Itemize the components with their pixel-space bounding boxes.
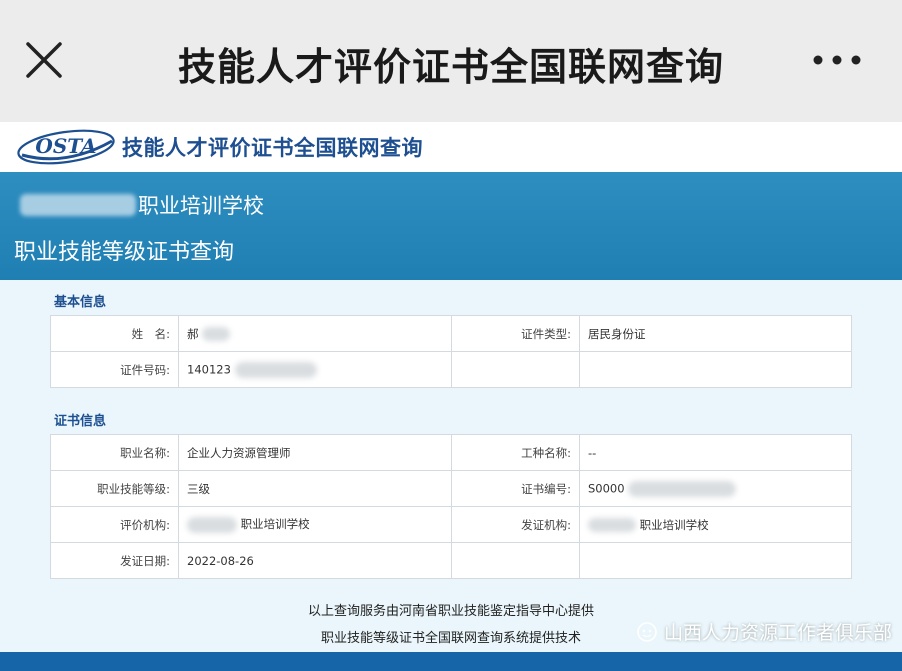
issue-date-label: 发证日期: (50, 542, 179, 579)
eval-org-label: 评价机构: (50, 506, 179, 543)
issuing-org-value: 职业培训学校 (579, 506, 852, 543)
issuing-org-text: 职业培训学校 (639, 517, 709, 532)
job-type-label: 工种名称: (451, 434, 580, 471)
table-row: 发证日期: 2022-08-26 (50, 542, 852, 579)
id-number-text: 140123 (187, 362, 231, 376)
issue-date-value: 2022-08-26 (178, 542, 452, 579)
empty-value (579, 351, 852, 388)
table-row: 职业技能等级: 三级 证书编号: S0000 (50, 470, 852, 507)
wechat-icon (637, 621, 657, 642)
id-number-value: 140123 (178, 351, 452, 388)
more-dots-icon (813, 55, 861, 65)
cert-number-label: 证书编号: (451, 470, 580, 507)
basic-info-title: 基本信息 (54, 295, 107, 310)
footer-provider: 以上查询服务由河南省职业技能鉴定指导中心提供 (307, 604, 594, 619)
redacted-block (202, 327, 231, 341)
redacted-block (20, 194, 136, 216)
empty-label (451, 542, 580, 579)
job-type-value: -- (579, 434, 852, 471)
occupation-label: 职业名称: (50, 434, 179, 471)
basic-info-table: 姓 名: 郝 证件类型: 居民身份证 证件号码: 140123 (50, 315, 852, 388)
school-name: 职业培训学校 (20, 190, 264, 220)
skill-level-label: 职业技能等级: (50, 470, 179, 507)
svg-text:OSTA: OSTA (35, 134, 96, 158)
table-row: 职业名称: 企业人力资源管理师 工种名称: -- (50, 434, 852, 471)
name-label: 姓 名: (50, 315, 179, 352)
eval-org-value: 职业培训学校 (178, 506, 452, 543)
redacted-block (234, 361, 317, 378)
occupation-value: 企业人力资源管理师 (178, 434, 452, 471)
name-value: 郝 (178, 315, 452, 352)
top-bar: 技能人才评价证书全国联网查询 (0, 0, 902, 122)
skill-level-value: 三级 (178, 470, 452, 507)
id-type-label: 证件类型: (451, 315, 580, 352)
name-text: 郝 (187, 326, 199, 341)
banner-subtitle: 职业技能等级证书查询 (14, 240, 235, 265)
cert-number-text: S0000 (588, 481, 625, 495)
table-row: 证件号码: 140123 (50, 351, 852, 388)
watermark: 山西人力资源工作者俱乐部 (636, 618, 892, 645)
issuing-org-label: 发证机构: (451, 506, 580, 543)
page-title: 技能人才评价证书全国联网查询 (177, 45, 724, 89)
empty-value (579, 542, 852, 579)
cert-info-table: 职业名称: 企业人力资源管理师 工种名称: -- 职业技能等级: 三级 证书编号… (50, 434, 852, 579)
table-row: 评价机构: 职业培训学校 发证机构: 职业培训学校 (50, 506, 852, 543)
site-name: 技能人才评价证书全国联网查询 (122, 136, 423, 160)
empty-label (451, 351, 580, 388)
school-suffix: 职业培训学校 (138, 194, 264, 218)
cert-number-value: S0000 (579, 470, 852, 507)
bottom-bar (0, 652, 902, 671)
eval-org-text: 职业培训学校 (240, 517, 310, 532)
watermark-text: 山西人力资源工作者俱乐部 (663, 622, 892, 644)
more-button[interactable] (812, 48, 862, 72)
id-number-label: 证件号码: (50, 351, 179, 388)
redacted-block (588, 518, 636, 532)
redacted-block (628, 480, 737, 497)
redacted-block (187, 516, 237, 533)
id-type-value: 居民身份证 (579, 315, 852, 352)
osta-logo: OSTA (17, 129, 115, 165)
site-header: OSTA 技能人才评价证书全国联网查询 (0, 122, 902, 172)
table-row: 姓 名: 郝 证件类型: 居民身份证 (50, 315, 852, 352)
banner: 职业培训学校 职业技能等级证书查询 (0, 172, 902, 280)
cert-info-title: 证书信息 (54, 414, 107, 429)
content-area: 基本信息 姓 名: 郝 证件类型: 居民身份证 证件号码: 140123 证书信… (0, 280, 902, 664)
